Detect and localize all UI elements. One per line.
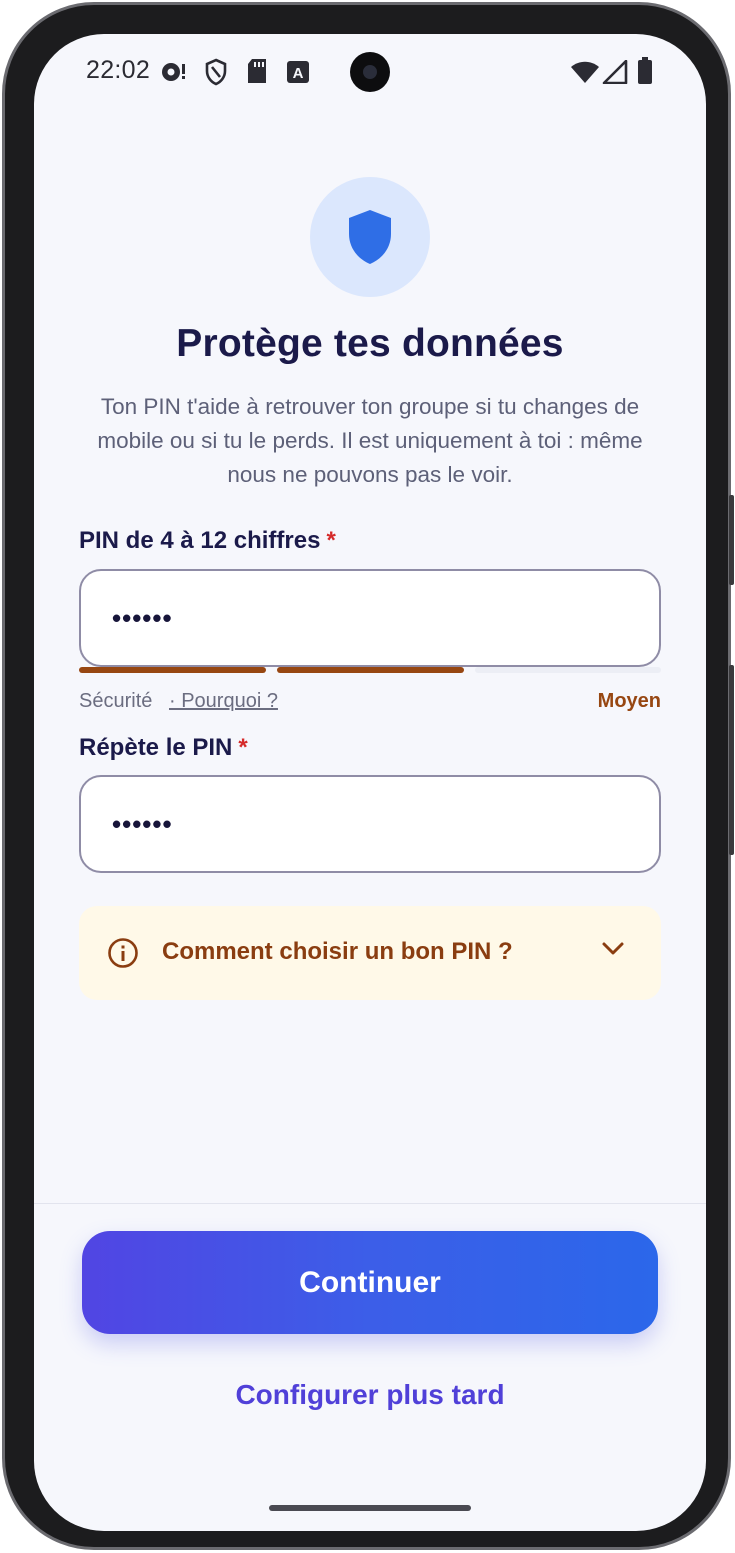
confirm-pin-input[interactable]: •••••• — [79, 775, 661, 873]
strength-segment-3 — [475, 667, 661, 673]
cellular-signal-icon — [602, 60, 628, 84]
pin-label-text: PIN de 4 à 12 chiffres — [79, 527, 321, 554]
shield-status-icon — [205, 58, 227, 86]
shield-badge — [310, 177, 430, 297]
configure-later-link[interactable]: Configurer plus tard — [34, 1379, 706, 1411]
page-title: Protège tes données — [176, 322, 564, 365]
required-mark: * — [326, 527, 336, 554]
confirm-pin-label-text: Répète le PIN — [79, 734, 233, 761]
page-subtitle: Ton PIN t'aide à retrouver ton groupe si… — [97, 394, 643, 487]
shield-icon — [349, 210, 391, 264]
svg-text:A: A — [293, 65, 304, 82]
required-mark: * — [238, 734, 248, 761]
strength-segment-1 — [79, 667, 266, 673]
strength-row: Sécurité · Pourquoi ? Moyen — [79, 690, 661, 720]
continue-button[interactable]: Continuer — [82, 1231, 658, 1334]
accessibility-a-icon: A — [287, 61, 309, 83]
strength-segment-2 — [277, 667, 464, 673]
why-link[interactable]: · Pourquoi ? — [169, 690, 278, 713]
chevron-down-icon — [602, 942, 624, 955]
wifi-icon — [571, 61, 599, 83]
front-camera — [350, 52, 390, 92]
sd-card-icon — [248, 59, 266, 83]
app-screen: 22:02 A Protège tes données Ton PIN t'ai… — [34, 34, 706, 1531]
pin-label: PIN de 4 à 12 chiffres * — [79, 527, 336, 555]
phone-frame: 22:02 A Protège tes données Ton PIN t'ai… — [2, 2, 734, 1550]
pin-tips-accordion[interactable]: Comment choisir un bon PIN ? — [79, 906, 661, 1000]
tips-title: Comment choisir un bon PIN ? — [162, 938, 513, 965]
power-button — [729, 665, 734, 855]
sync-alert-icon — [162, 63, 185, 81]
volume-button — [729, 495, 734, 585]
status-time: 22:02 — [86, 56, 151, 84]
status-bar: 22:02 A — [34, 34, 706, 110]
pin-input-value: •••••• — [112, 602, 173, 633]
strength-level: Moyen — [597, 690, 661, 712]
confirm-pin-label: Répète le PIN * — [79, 734, 248, 762]
confirm-pin-input-value: •••••• — [112, 808, 173, 839]
pin-input[interactable]: •••••• — [79, 569, 661, 667]
home-indicator[interactable] — [269, 1505, 471, 1511]
footer-divider — [34, 1203, 706, 1204]
info-icon — [108, 938, 138, 968]
battery-icon — [638, 57, 652, 84]
strength-label: Sécurité — [79, 690, 153, 712]
